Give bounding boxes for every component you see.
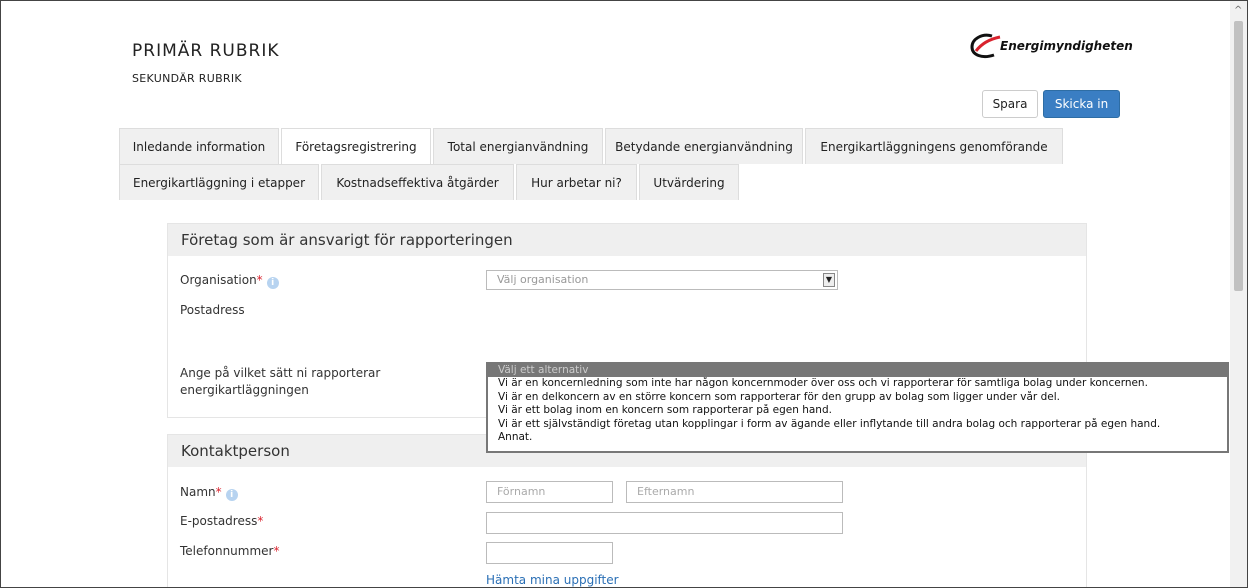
scroll-up-icon[interactable]: ^	[1234, 5, 1242, 16]
contact-panel: Kontaktperson	[167, 434, 1087, 587]
vertical-scrollbar[interactable]: ^	[1230, 1, 1247, 587]
required-mark: *	[256, 273, 263, 287]
tab-total-energianvandning[interactable]: Total energianvändning	[433, 128, 603, 164]
reporting-label: Ange på vilket sätt ni rapporterar energ…	[180, 366, 381, 397]
scrollbar-thumb[interactable]	[1234, 21, 1243, 291]
fetch-my-details-link[interactable]: Hämta mina uppgifter	[486, 573, 619, 587]
chevron-down-icon[interactable]: ▼	[823, 273, 835, 287]
dropdown-option[interactable]: Annat.	[488, 431, 1227, 444]
tab-energikartlaggningens-genomforande[interactable]: Energikartläggningens genomförande	[805, 128, 1063, 164]
tab-kostnadseffektiva-atgarder[interactable]: Kostnadseffektiva åtgärder	[321, 164, 514, 200]
last-name-input[interactable]: Efternamn	[626, 481, 843, 503]
submit-button[interactable]: Skicka in	[1043, 90, 1120, 118]
tab-foretagsregistrering[interactable]: Företagsregistrering	[281, 128, 431, 164]
postal-address-label: Postadress	[180, 303, 245, 317]
info-icon[interactable]: i	[225, 489, 238, 501]
browser-frame: PRIMÄR RUBRIK SEKUNDÄR RUBRIK Energimynd…	[0, 0, 1248, 588]
logo-swoosh-icon	[970, 33, 1001, 59]
organisation-label: Organisation* i	[180, 273, 279, 289]
phone-label: Telefonnummer*	[180, 544, 280, 558]
required-mark: *	[273, 544, 280, 558]
page-title: PRIMÄR RUBRIK	[132, 41, 280, 61]
logo-text: Energimyndigheten	[1000, 39, 1133, 53]
required-mark: *	[257, 514, 264, 528]
info-icon[interactable]: i	[266, 277, 279, 289]
first-name-input[interactable]: Förnamn	[486, 481, 613, 503]
tabs-row-2: Energikartläggning i etapper Kostnadseff…	[119, 164, 741, 200]
tabs-row-1: Inledande information Företagsregistreri…	[119, 128, 1065, 164]
save-button[interactable]: Spara	[982, 90, 1038, 118]
phone-input[interactable]	[486, 542, 613, 564]
dropdown-option[interactable]: Välj ett alternativ	[488, 364, 1227, 378]
tab-hur-arbetar-ni[interactable]: Hur arbetar ni?	[516, 164, 637, 200]
required-mark: *	[215, 485, 222, 499]
reporting-dropdown[interactable]: Välj ett alternativ Vi är en koncernledn…	[486, 362, 1229, 453]
dropdown-option[interactable]: Vi är en delkoncern av en större koncern…	[488, 391, 1227, 404]
name-label: Namn* i	[180, 485, 238, 501]
email-input[interactable]	[486, 512, 843, 534]
email-label: E-postadress*	[180, 514, 264, 528]
dropdown-option[interactable]: Vi är en koncernledning som inte har någ…	[488, 377, 1227, 390]
tab-utvardering[interactable]: Utvärdering	[639, 164, 739, 200]
page-subtitle: SEKUNDÄR RUBRIK	[132, 72, 242, 85]
organisation-select[interactable]: Välj organisation ▼	[486, 270, 838, 290]
dropdown-option[interactable]: Vi är ett bolag inom en koncern som rapp…	[488, 404, 1227, 417]
company-section-title: Företag som är ansvarigt för rapporterin…	[168, 224, 1086, 256]
tab-betydande-energianvandning[interactable]: Betydande energianvändning	[605, 128, 803, 164]
tab-inledande-information[interactable]: Inledande information	[119, 128, 279, 164]
logo: Energimyndigheten	[968, 31, 1133, 61]
dropdown-option[interactable]: Vi är ett självständigt företag utan kop…	[488, 418, 1227, 431]
tab-energikartlaggning-i-etapper[interactable]: Energikartläggning i etapper	[119, 164, 319, 200]
